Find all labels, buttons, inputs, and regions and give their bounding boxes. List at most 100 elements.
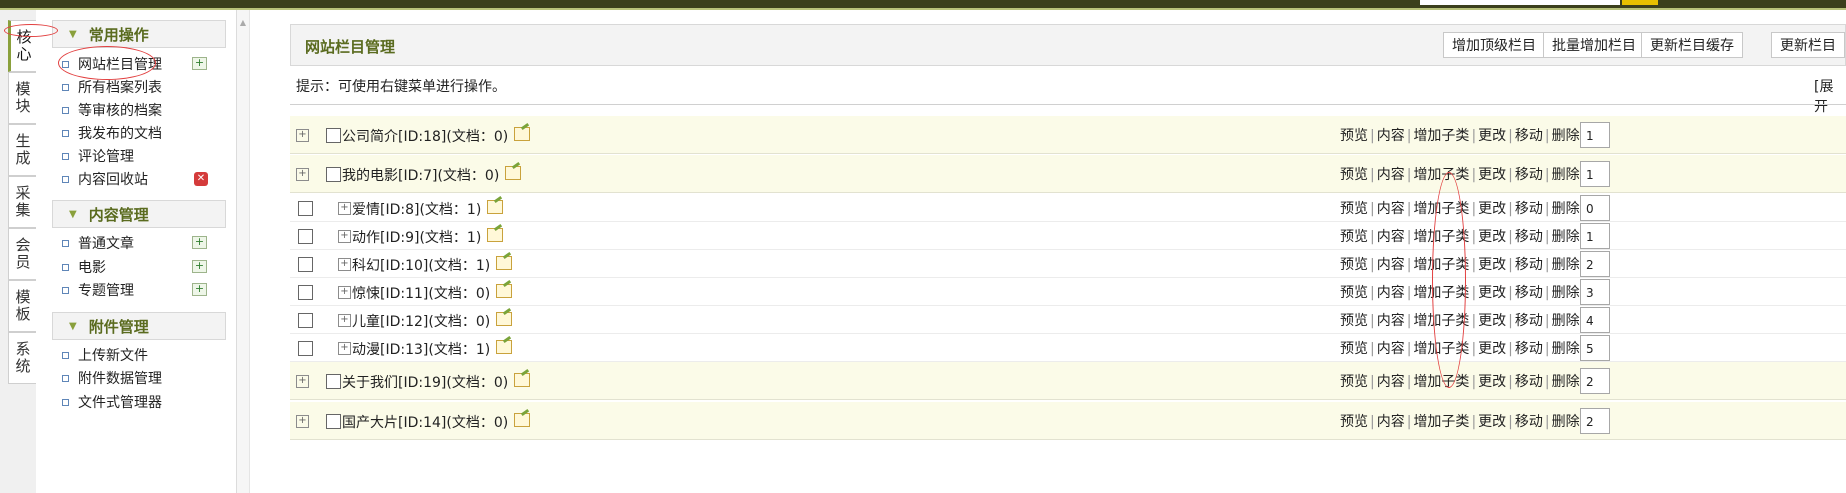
category-label[interactable]: 关于我们[ID:19](文档：0) — [342, 372, 508, 392]
action-link[interactable]: 更改 — [1478, 341, 1506, 357]
action-link[interactable]: 内容 — [1377, 374, 1405, 390]
expand-toggle-icon[interactable]: + — [296, 375, 309, 388]
expand-toggle-icon[interactable]: + — [338, 286, 351, 299]
action-link[interactable]: 增加子类 — [1413, 414, 1469, 430]
action-link[interactable]: 移动 — [1515, 257, 1543, 273]
action-link[interactable]: 删除 — [1552, 414, 1580, 430]
expand-toggle-icon[interactable]: + — [338, 202, 351, 215]
sidebar-item-my-documents[interactable]: 我发布的文档 — [62, 122, 162, 144]
action-link[interactable]: 更改 — [1478, 285, 1506, 301]
sort-order-input[interactable]: 1 — [1580, 223, 1610, 249]
action-link[interactable]: 更改 — [1478, 229, 1506, 245]
expand-toggle-icon[interactable]: + — [338, 258, 351, 271]
batch-add-category-button[interactable]: 批量增加栏目 — [1543, 32, 1645, 58]
sort-order-input[interactable]: 1 — [1580, 122, 1610, 148]
action-link[interactable]: 移动 — [1515, 313, 1543, 329]
add-icon[interactable]: + — [192, 283, 207, 296]
category-label[interactable]: 动作[ID:9](文档：1) — [352, 227, 481, 247]
action-link[interactable]: 内容 — [1377, 341, 1405, 357]
category-label[interactable]: 我的电影[ID:7](文档：0) — [342, 165, 499, 185]
edit-icon[interactable] — [487, 200, 503, 214]
sort-order-input[interactable]: 2 — [1580, 251, 1610, 277]
category-label[interactable]: 动漫[ID:13](文档：1) — [352, 339, 490, 359]
action-link[interactable]: 预览 — [1340, 313, 1368, 329]
action-link[interactable]: 内容 — [1377, 285, 1405, 301]
category-label[interactable]: 公司简介[ID:18](文档：0) — [342, 126, 508, 146]
action-link[interactable]: 删除 — [1552, 167, 1580, 183]
action-link[interactable]: 预览 — [1340, 414, 1368, 430]
action-link[interactable]: 增加子类 — [1413, 128, 1469, 144]
sort-order-input[interactable]: 5 — [1580, 335, 1610, 361]
tab-collect[interactable]: 采集 — [8, 176, 36, 228]
search-button[interactable] — [1622, 0, 1658, 5]
action-link[interactable]: 内容 — [1377, 167, 1405, 183]
row-checkbox[interactable] — [298, 313, 313, 328]
sort-order-input[interactable]: 0 — [1580, 195, 1610, 221]
expand-toggle-icon[interactable]: + — [296, 415, 309, 428]
action-link[interactable]: 更改 — [1478, 374, 1506, 390]
edit-icon[interactable] — [496, 284, 512, 298]
action-link[interactable]: 预览 — [1340, 229, 1368, 245]
edit-icon[interactable] — [487, 228, 503, 242]
sidebar-item-attachment-data[interactable]: 附件数据管理 — [62, 367, 162, 389]
expand-toggle-icon[interactable]: + — [296, 129, 309, 142]
action-link[interactable]: 删除 — [1552, 341, 1580, 357]
add-top-category-button[interactable]: 增加顶级栏目 — [1443, 32, 1545, 58]
edit-icon[interactable] — [514, 413, 530, 427]
action-link[interactable]: 删除 — [1552, 128, 1580, 144]
update-category-button[interactable]: 更新栏目 — [1771, 32, 1845, 58]
action-link[interactable]: 删除 — [1552, 229, 1580, 245]
action-link[interactable]: 预览 — [1340, 257, 1368, 273]
action-link[interactable]: 内容 — [1377, 313, 1405, 329]
sort-order-input[interactable]: 2 — [1580, 368, 1610, 394]
sidebar-item-upload[interactable]: 上传新文件 — [62, 344, 148, 366]
category-label[interactable]: 惊悚[ID:11](文档：0) — [352, 283, 490, 303]
action-link[interactable]: 删除 — [1552, 257, 1580, 273]
action-link[interactable]: 更改 — [1478, 257, 1506, 273]
scroll-up-icon[interactable]: ▲ — [237, 18, 249, 28]
category-label[interactable]: 国产大片[ID:14](文档：0) — [342, 412, 508, 432]
tab-system[interactable]: 系统 — [8, 332, 36, 384]
action-link[interactable]: 预览 — [1340, 128, 1368, 144]
action-link[interactable]: 移动 — [1515, 374, 1543, 390]
sidebar-item-movie[interactable]: 电影 — [62, 256, 106, 278]
add-icon[interactable]: + — [192, 236, 207, 249]
search-box[interactable] — [1420, 0, 1620, 5]
action-link[interactable]: 内容 — [1377, 229, 1405, 245]
action-link[interactable]: 更改 — [1478, 414, 1506, 430]
action-link[interactable]: 内容 — [1377, 257, 1405, 273]
row-checkbox[interactable] — [326, 374, 341, 389]
sidebar-item-topics[interactable]: 专题管理 — [62, 279, 134, 301]
sidebar-item-comments[interactable]: 评论管理 — [62, 145, 134, 167]
action-link[interactable]: 移动 — [1515, 201, 1543, 217]
sidebar-group-attachments[interactable]: ▼ 附件管理 — [52, 312, 226, 340]
action-link[interactable]: 预览 — [1340, 285, 1368, 301]
action-link[interactable]: 预览 — [1340, 374, 1368, 390]
expand-toggle-icon[interactable]: + — [338, 342, 351, 355]
action-link[interactable]: 内容 — [1377, 201, 1405, 217]
edit-icon[interactable] — [496, 312, 512, 326]
sort-order-input[interactable]: 2 — [1580, 408, 1610, 434]
sort-order-input[interactable]: 4 — [1580, 307, 1610, 333]
action-link[interactable]: 内容 — [1377, 128, 1405, 144]
row-checkbox[interactable] — [326, 167, 341, 182]
action-link[interactable]: 移动 — [1515, 341, 1543, 357]
expand-link[interactable]: [展开 — [1814, 76, 1846, 116]
action-link[interactable]: 删除 — [1552, 374, 1580, 390]
sidebar-item-pending-archives[interactable]: 等审核的档案 — [62, 99, 162, 121]
tab-members[interactable]: 会员 — [8, 228, 36, 280]
action-link[interactable]: 删除 — [1552, 285, 1580, 301]
row-checkbox[interactable] — [298, 229, 313, 244]
tab-modules[interactable]: 模块 — [8, 72, 36, 124]
row-checkbox[interactable] — [326, 128, 341, 143]
action-link[interactable]: 移动 — [1515, 414, 1543, 430]
frame-scrollbar[interactable]: ▲ — [237, 10, 250, 493]
row-checkbox[interactable] — [298, 201, 313, 216]
sidebar-group-common[interactable]: ▼ 常用操作 — [52, 20, 226, 48]
clear-icon[interactable]: ✕ — [194, 172, 208, 186]
add-icon[interactable]: + — [192, 260, 207, 273]
tab-templates[interactable]: 模板 — [8, 280, 36, 332]
action-link[interactable]: 更改 — [1478, 128, 1506, 144]
category-label[interactable]: 儿童[ID:12](文档：0) — [352, 311, 490, 331]
action-link[interactable]: 移动 — [1515, 167, 1543, 183]
